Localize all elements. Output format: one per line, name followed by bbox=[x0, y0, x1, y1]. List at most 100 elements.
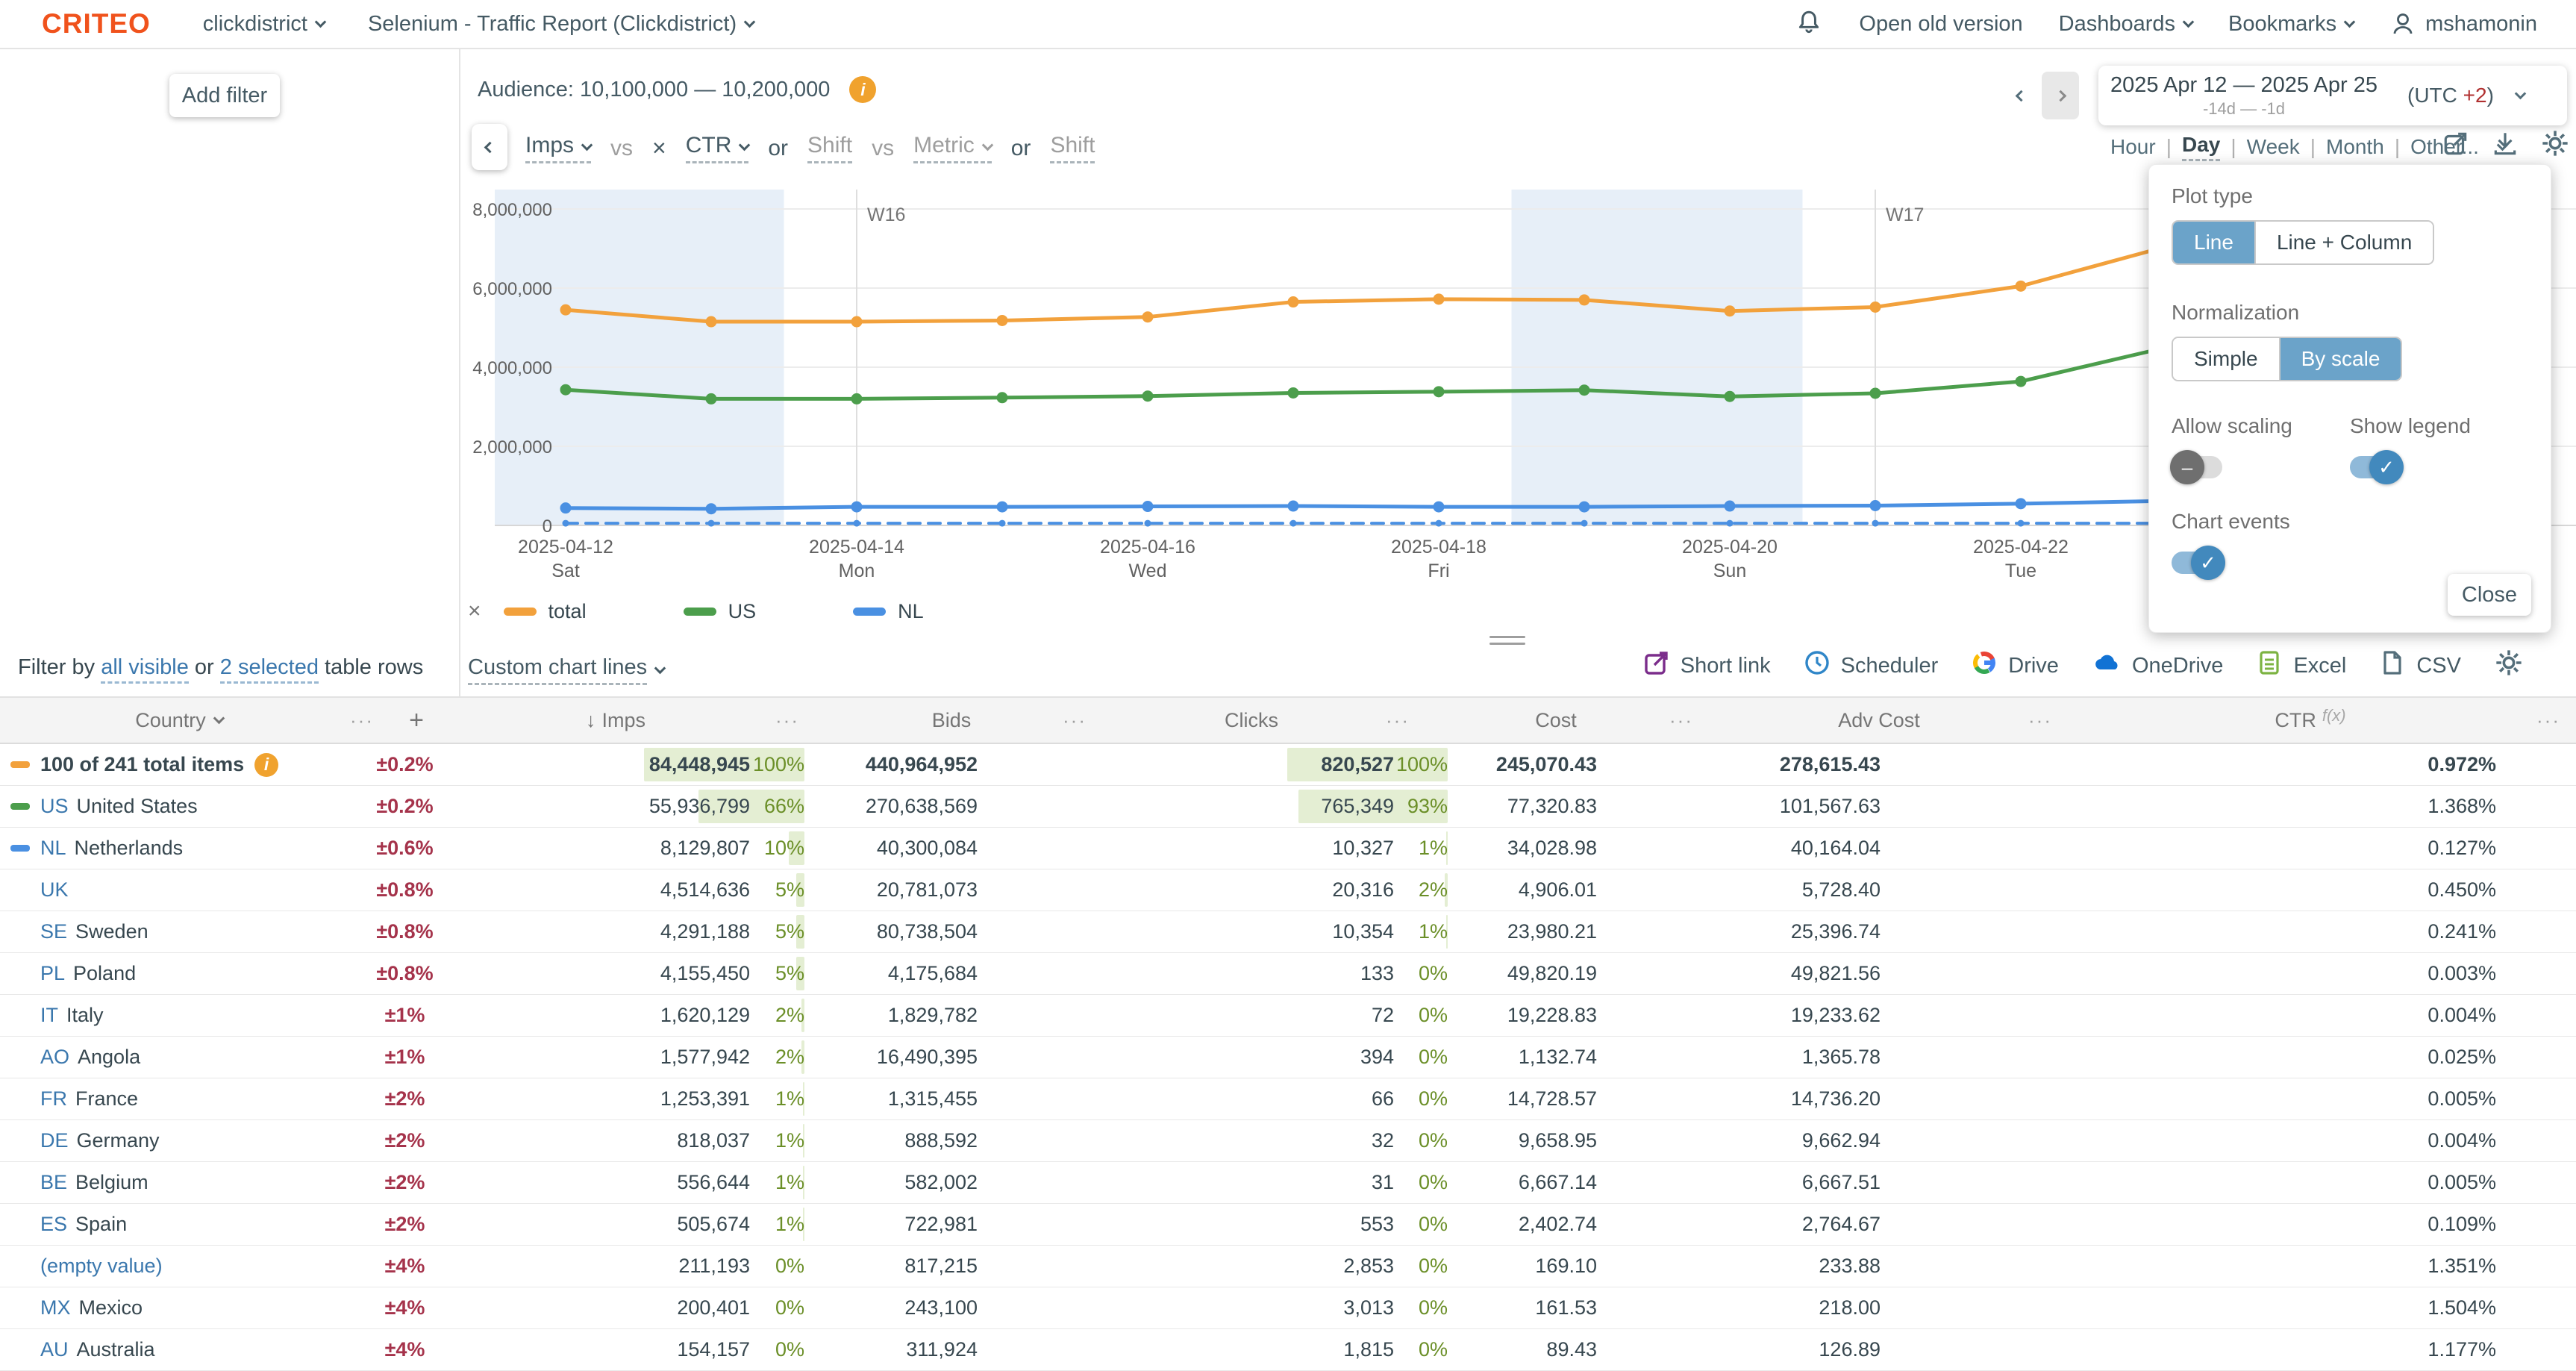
table-row[interactable]: UK±0.8%4,514,6365%20,781,07320,3162%4,90… bbox=[0, 869, 2576, 911]
column-menu-dots[interactable]: ··· bbox=[2526, 698, 2571, 743]
country-code-link[interactable]: AO bbox=[40, 1046, 69, 1069]
filter-all-visible-link[interactable]: all visible bbox=[101, 655, 189, 684]
table-row[interactable]: DEGermany±2%818,0371%888,592320%9,658.95… bbox=[0, 1120, 2576, 1162]
date-range-picker[interactable]: 2025 Apr 12 — 2025 Apr 25 -14d — -1d (UT… bbox=[2098, 66, 2567, 125]
add-filter-button[interactable]: Add filter bbox=[169, 74, 280, 117]
country-code-link[interactable]: PL bbox=[40, 962, 65, 985]
csv-button[interactable]: CSV bbox=[2379, 649, 2461, 682]
table-row[interactable]: MXMexico±4%200,4010%243,1003,0130%161.53… bbox=[0, 1287, 2576, 1329]
chevron-down-icon bbox=[2344, 16, 2356, 28]
shift-2-button[interactable]: Shift bbox=[1050, 133, 1095, 163]
granularity-day[interactable]: Day bbox=[2182, 133, 2220, 161]
filter-selected-link[interactable]: 2 selected bbox=[220, 655, 319, 684]
table-row[interactable]: SESweden±0.8%4,291,1885%80,738,50410,354… bbox=[0, 911, 2576, 953]
date-next-button[interactable] bbox=[2042, 72, 2079, 119]
open-old-version-button[interactable]: Open old version bbox=[1859, 12, 2022, 37]
table-row[interactable]: AOAngola±1%1,577,9422%16,490,3953940%1,1… bbox=[0, 1037, 2576, 1078]
allow-scaling-toggle[interactable]: – bbox=[2172, 456, 2222, 478]
country-name[interactable]: (empty value) bbox=[40, 1255, 163, 1278]
table-row[interactable]: (empty value)±4%211,1930%817,2152,8530%1… bbox=[0, 1246, 2576, 1287]
country-code-link[interactable]: ES bbox=[40, 1213, 67, 1236]
column-menu-dots[interactable]: ··· bbox=[2018, 698, 2063, 743]
adv-cost-cell: 218.00 bbox=[1686, 1296, 1881, 1320]
column-menu-dots[interactable]: ··· bbox=[1659, 698, 1704, 743]
granularity-hour[interactable]: Hour bbox=[2110, 135, 2156, 159]
normalization-simple[interactable]: Simple bbox=[2173, 338, 2280, 380]
table-row[interactable]: PLPoland±0.8%4,155,4505%4,175,6841330%49… bbox=[0, 953, 2576, 995]
country-code-link[interactable]: NL bbox=[40, 837, 66, 860]
open-external-icon[interactable] bbox=[2442, 129, 2470, 161]
country-code-link[interactable]: IT bbox=[40, 1004, 58, 1027]
add-column-button[interactable]: + bbox=[394, 698, 439, 743]
legend-item-us[interactable]: US bbox=[684, 600, 757, 623]
column-menu-dots[interactable]: ··· bbox=[1052, 698, 1097, 743]
column-header-ctr[interactable]: CTRf(x) bbox=[2217, 698, 2404, 743]
excel-button[interactable]: Excel bbox=[2256, 649, 2346, 682]
user-menu[interactable]: mshamonin bbox=[2389, 10, 2537, 37]
notifications-bell-icon[interactable] bbox=[1795, 8, 1823, 40]
legend-item-total[interactable]: total bbox=[504, 600, 587, 623]
chart-settings-gear-icon[interactable] bbox=[2540, 128, 2570, 162]
scheduler-button[interactable]: Scheduler bbox=[1804, 649, 1939, 682]
short-link-button[interactable]: Short link bbox=[1643, 649, 1771, 682]
legend-item-nl[interactable]: NL bbox=[853, 600, 924, 623]
remove-metric-icon[interactable]: × bbox=[652, 134, 666, 162]
country-code-link[interactable]: UK bbox=[40, 878, 69, 902]
metric-2-dropdown[interactable]: CTR bbox=[686, 133, 749, 163]
column-header-clicks[interactable]: Clicks bbox=[1158, 698, 1345, 743]
country-code-link[interactable]: BE bbox=[40, 1171, 67, 1194]
table-row[interactable]: BEBelgium±2%556,6441%582,002310%6,667.14… bbox=[0, 1162, 2576, 1204]
date-prev-button[interactable] bbox=[2004, 78, 2037, 113]
country-code-link[interactable]: SE bbox=[40, 920, 67, 943]
shift-1-button[interactable]: Shift bbox=[807, 133, 852, 163]
country-name: Netherlands bbox=[75, 837, 184, 860]
show-legend-label: Show legend bbox=[2350, 414, 2528, 438]
plot-type-line[interactable]: Line bbox=[2173, 222, 2256, 263]
country-code-link[interactable]: MX bbox=[40, 1296, 71, 1320]
column-menu-dots[interactable]: ··· bbox=[1375, 698, 1420, 743]
column-menu-dots[interactable]: ··· bbox=[340, 698, 384, 743]
chart-back-button[interactable] bbox=[472, 124, 507, 170]
table-row[interactable]: ESSpain±2%505,6741%722,9815530%2,402.742… bbox=[0, 1204, 2576, 1246]
report-title-selector[interactable]: Selenium - Traffic Report (Clickdistrict… bbox=[368, 12, 754, 37]
audience-info-icon[interactable]: i bbox=[849, 76, 876, 103]
table-row[interactable]: NLNetherlands±0.6%8,129,80710%40,300,084… bbox=[0, 828, 2576, 869]
table-row[interactable]: USUnited States±0.2%55,936,79966%270,638… bbox=[0, 786, 2576, 828]
bookmarks-menu[interactable]: Bookmarks bbox=[2228, 12, 2354, 37]
granularity-month[interactable]: Month bbox=[2326, 135, 2384, 159]
country-code-link[interactable]: FR bbox=[40, 1087, 67, 1111]
column-header-imps[interactable]: ↓Imps bbox=[522, 698, 709, 743]
country-code-link[interactable]: DE bbox=[40, 1129, 69, 1152]
granularity-week[interactable]: Week bbox=[2247, 135, 2300, 159]
plot-type-line-column[interactable]: Line + Column bbox=[2256, 222, 2433, 263]
metric-3-dropdown[interactable]: Metric bbox=[913, 133, 992, 163]
download-icon[interactable] bbox=[2491, 129, 2519, 161]
account-selector[interactable]: clickdistrict bbox=[203, 12, 325, 37]
onedrive-button[interactable]: OneDrive bbox=[2092, 649, 2224, 682]
legend-close-icon[interactable]: × bbox=[468, 599, 481, 624]
show-legend-toggle[interactable]: ✓ bbox=[2350, 456, 2401, 478]
close-panel-button[interactable]: Close bbox=[2448, 574, 2531, 616]
dashboards-menu[interactable]: Dashboards bbox=[2059, 12, 2192, 37]
country-code-link[interactable]: AU bbox=[40, 1338, 69, 1361]
column-header-cost[interactable]: Cost bbox=[1463, 698, 1649, 743]
table-settings-gear-icon[interactable] bbox=[2494, 648, 2524, 684]
row-info-icon[interactable]: i bbox=[254, 753, 278, 777]
column-header-country[interactable]: Country bbox=[97, 698, 261, 743]
short-link-icon bbox=[1643, 649, 1670, 682]
country-code-link[interactable]: US bbox=[40, 795, 69, 818]
table-row[interactable]: ITItaly±1%1,620,1292%1,829,782720%19,228… bbox=[0, 995, 2576, 1037]
column-header-bids[interactable]: Bids bbox=[858, 698, 1045, 743]
metric-1-dropdown[interactable]: Imps bbox=[525, 133, 591, 163]
column-header-adv-cost[interactable]: Adv Cost bbox=[1786, 698, 1972, 743]
table-row[interactable]: 100 of 241 total itemsi±0.2%84,448,94510… bbox=[0, 744, 2576, 786]
column-menu-dots[interactable]: ··· bbox=[765, 698, 810, 743]
chart-events-toggle[interactable]: ✓ bbox=[2172, 552, 2222, 574]
normalization-by-scale[interactable]: By scale bbox=[2280, 338, 2401, 380]
table-row[interactable]: FRFrance±2%1,253,3911%1,315,455660%14,72… bbox=[0, 1078, 2576, 1120]
resize-handle[interactable] bbox=[1489, 636, 1525, 649]
drive-button[interactable]: Drive bbox=[1971, 649, 2059, 682]
table-row[interactable]: AUAustralia±4%154,1570%311,9241,8150%89.… bbox=[0, 1329, 2576, 1371]
custom-chart-lines-dropdown[interactable]: Custom chart lines bbox=[468, 655, 664, 685]
cost-cell: 4,906.01 bbox=[1463, 878, 1597, 902]
